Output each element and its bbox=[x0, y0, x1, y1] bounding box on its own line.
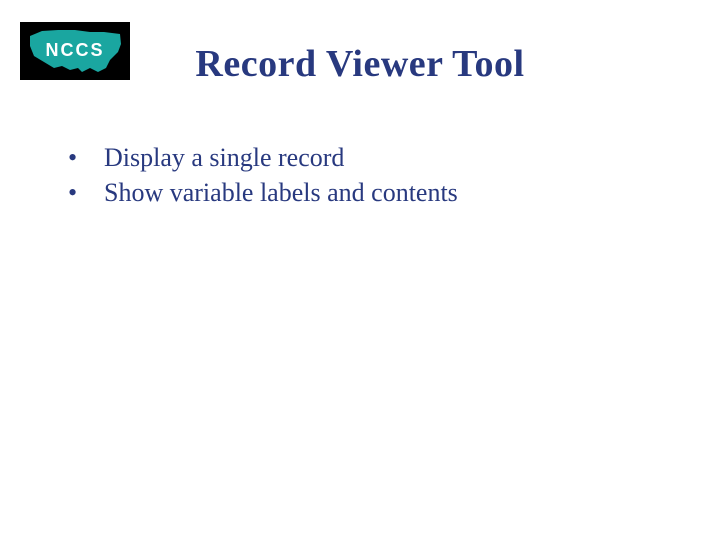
bullet-icon: • bbox=[68, 175, 104, 210]
bullet-text: Display a single record bbox=[104, 140, 344, 175]
slide-title: Record Viewer Tool bbox=[0, 42, 720, 86]
bullet-icon: • bbox=[68, 140, 104, 175]
slide: NCCS Record Viewer Tool • Display a sing… bbox=[0, 0, 720, 540]
bullet-list: • Display a single record • Show variabl… bbox=[68, 140, 680, 210]
list-item: • Display a single record bbox=[68, 140, 680, 175]
list-item: • Show variable labels and contents bbox=[68, 175, 680, 210]
bullet-text: Show variable labels and contents bbox=[104, 175, 458, 210]
